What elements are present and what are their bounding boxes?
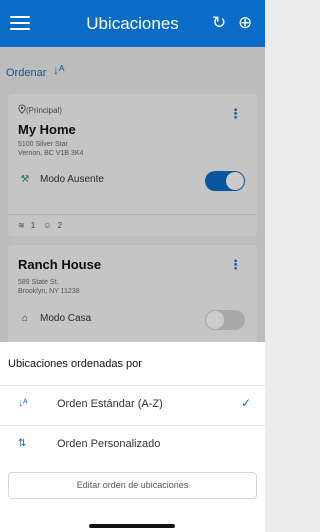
away-mode-icon: ⚒: [20, 174, 30, 185]
people-count: 2: [57, 221, 63, 230]
card-footer: ≋ 1 ☺ 2: [8, 214, 257, 236]
location-name: Ranch House: [18, 257, 102, 272]
sort-az-icon[interactable]: ↓ᴬ: [53, 63, 64, 77]
home-indicator: [89, 524, 175, 528]
mode-row: ⚒ Modo Ausente: [18, 174, 104, 185]
principal-tag: (Principal): [26, 106, 63, 115]
sort-button[interactable]: Ordenar: [6, 67, 46, 79]
home-icon: ⌂: [21, 313, 29, 324]
location-pin-icon: [18, 104, 26, 114]
address-line1: 5100 Silver Star: [18, 141, 68, 148]
checkmark-icon: ✓: [240, 396, 251, 410]
wifi-icon: ≋: [18, 221, 25, 230]
address-line2: Brooklyn, NY 11238: [18, 288, 80, 295]
sort-option-standard[interactable]: ↓ᴬ Orden Estándar (A-Z) ✓: [0, 386, 265, 422]
address-line1: 589 State St.: [18, 279, 59, 286]
add-circle-icon[interactable]: ⊕: [238, 12, 252, 34]
more-options-icon[interactable]: ⋮: [229, 106, 242, 122]
mode-toggle[interactable]: [205, 171, 245, 191]
option-label: Orden Estándar (A-Z): [57, 398, 163, 410]
option-label: Orden Personalizado: [57, 438, 161, 450]
sheet-title: Ubicaciones ordenadas por: [8, 358, 142, 370]
edit-order-button[interactable]: Editar orden de ubicaciones: [8, 472, 257, 499]
sort-options-sheet: Ubicaciones ordenadas por ↓ᴬ Orden Están…: [0, 342, 265, 532]
location-card-ranch-house[interactable]: ⋮ Ranch House 589 State St. Brooklyn, NY…: [8, 245, 257, 345]
refresh-icon[interactable]: ↻: [212, 12, 226, 34]
people-icon: ☺: [43, 221, 52, 230]
sort-az-icon: ↓ᴬ: [18, 398, 28, 409]
wifi-count: 1: [30, 221, 36, 230]
custom-order-icon: ⇅: [18, 438, 27, 449]
mode-label: Modo Casa: [40, 313, 92, 324]
mode-label: Modo Ausente: [40, 174, 104, 185]
sort-row: Ordenar ↓ᴬ: [0, 47, 265, 87]
mode-toggle[interactable]: [205, 310, 245, 330]
location-card-my-home[interactable]: (Principal) ⋮ My Home 5100 Silver Star V…: [8, 94, 257, 236]
location-name: My Home: [18, 122, 76, 137]
address-line2: Vernon, BC V1B 3K4: [18, 150, 84, 157]
mode-row: ⌂ Modo Casa: [18, 313, 91, 324]
sort-option-custom[interactable]: ⇅ Orden Personalizado: [0, 426, 265, 462]
app-header: Ubicaciones ↻ ⊕: [0, 0, 265, 47]
more-options-icon[interactable]: ⋮: [229, 257, 242, 273]
